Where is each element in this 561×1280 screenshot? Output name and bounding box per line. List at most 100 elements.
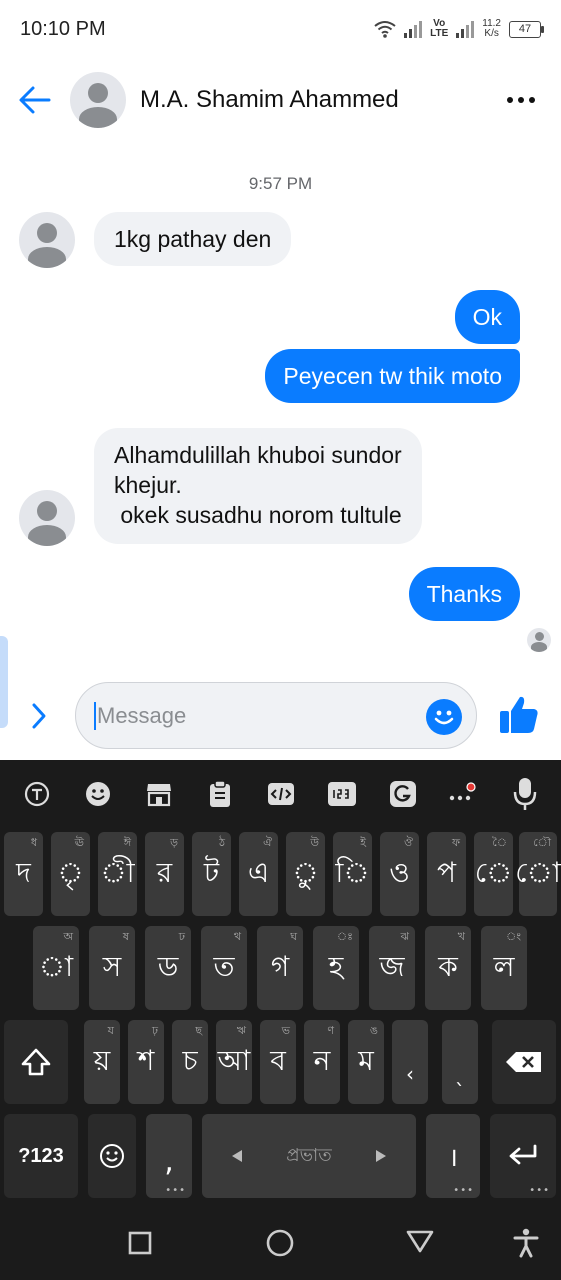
enter-key[interactable]: ••• xyxy=(490,1114,556,1198)
keyboard-more-button[interactable] xyxy=(447,777,481,811)
symbols-label: ?123 xyxy=(18,1144,64,1167)
key[interactable]: ‹ xyxy=(392,1020,428,1104)
battery-icon: 47 xyxy=(509,20,544,38)
symbols-key[interactable]: ?123 xyxy=(4,1114,78,1198)
keyboard-clipboard-button[interactable] xyxy=(203,777,237,811)
contact-avatar[interactable] xyxy=(70,72,126,128)
clipboard-icon xyxy=(209,780,230,807)
key[interactable]: ং ল xyxy=(481,926,527,1010)
danda-key[interactable]: । ••• xyxy=(426,1114,480,1198)
backspace-key[interactable] xyxy=(492,1020,556,1104)
contact-name[interactable]: M.A. Shamim Ahammed xyxy=(140,86,399,114)
comma-key[interactable]: , ••• xyxy=(146,1114,192,1198)
key[interactable]: য য় xyxy=(84,1020,120,1104)
text-edit-icon xyxy=(267,783,294,805)
key[interactable]: ৈে xyxy=(474,832,513,916)
space-label: প্রভাত xyxy=(286,1144,332,1166)
shift-key[interactable] xyxy=(4,1020,68,1104)
incoming-message[interactable]: Alhamdulillah khuboi sundor khejur. okek… xyxy=(94,428,422,544)
key[interactable]: ঋআ xyxy=(216,1020,252,1104)
key[interactable]: ঔও xyxy=(380,832,419,916)
message-input-container[interactable] xyxy=(75,682,477,749)
store-icon xyxy=(146,784,171,807)
recents-button[interactable] xyxy=(120,1223,160,1263)
outgoing-message[interactable]: Thanks xyxy=(408,567,520,621)
key[interactable]: ধদ xyxy=(4,832,43,916)
message-timestamp: 9:57 PM xyxy=(248,174,313,193)
emoji-icon xyxy=(85,782,110,806)
wifi-icon xyxy=(374,21,396,38)
home-button[interactable] xyxy=(260,1223,300,1263)
key[interactable]: ছচ xyxy=(172,1020,208,1104)
back-nav-button[interactable] xyxy=(400,1221,440,1261)
key[interactable]: ড় র xyxy=(145,832,184,916)
smiley-icon xyxy=(434,710,454,725)
outgoing-message[interactable]: Peyecen tw thik moto xyxy=(265,349,520,403)
circle-icon xyxy=(266,1229,294,1257)
key[interactable]: খক xyxy=(425,926,471,1010)
like-button[interactable] xyxy=(496,692,542,738)
key[interactable]: ষস xyxy=(89,926,135,1010)
incoming-message[interactable]: 1kg pathay den xyxy=(94,212,292,266)
key[interactable]: ইি xyxy=(333,832,372,916)
cursor-right-icon xyxy=(376,1150,386,1162)
network-speed: 11.2 K/s xyxy=(482,19,501,39)
keyboard-emoji-button[interactable] xyxy=(81,777,115,811)
triangle-down-icon xyxy=(406,1230,434,1253)
key[interactable]: ভব xyxy=(260,1020,296,1104)
keyboard-text-edit-button[interactable] xyxy=(264,777,298,811)
back-button[interactable] xyxy=(0,66,70,134)
key[interactable]: ˎ xyxy=(442,1020,478,1104)
key[interactable]: ৌো xyxy=(515,832,561,916)
speed-unit: K/s xyxy=(484,28,499,39)
keyboard: ধদ ঊৃ ঈী ড় র ঠট ঐএ উু ইি ঔও ফপ ৈে ৌো অা … xyxy=(0,760,561,1206)
space-key[interactable]: প্রভাত xyxy=(202,1114,416,1198)
key[interactable]: অা xyxy=(33,926,79,1010)
square-icon xyxy=(128,1231,152,1255)
accessibility-button[interactable] xyxy=(506,1223,546,1263)
sender-avatar[interactable] xyxy=(19,212,75,268)
key[interactable]: ঘগ xyxy=(257,926,303,1010)
key[interactable]: ঢড xyxy=(145,926,191,1010)
more-options-button[interactable] xyxy=(481,66,561,134)
seen-indicator-avatar xyxy=(527,628,551,652)
key[interactable]: থত xyxy=(201,926,247,1010)
keyboard-gif-button[interactable] xyxy=(386,777,420,811)
thumbs-up-icon xyxy=(500,696,538,733)
expand-actions-button[interactable] xyxy=(22,696,56,736)
keyboard-shop-button[interactable] xyxy=(142,777,176,811)
microphone-icon xyxy=(513,778,536,810)
keyboard-voice-button[interactable] xyxy=(508,777,542,811)
chat-header: M.A. Shamim Ahammed xyxy=(0,66,561,134)
key[interactable]: ঊৃ xyxy=(51,832,90,916)
key[interactable]: ণন xyxy=(304,1020,340,1104)
more-icon xyxy=(449,782,476,801)
status-time: 10:10 PM xyxy=(20,17,106,40)
keyboard-numpad-button[interactable] xyxy=(325,777,359,811)
numpad-icon xyxy=(327,782,356,806)
keyboard-translate-button[interactable] xyxy=(20,777,54,811)
smiley-outline-icon xyxy=(100,1144,124,1168)
key[interactable]: উু xyxy=(286,832,325,916)
key[interactable]: ঐএ xyxy=(239,832,278,916)
sender-avatar[interactable] xyxy=(19,490,75,546)
cursor-left-icon xyxy=(232,1150,242,1162)
battery-level: 47 xyxy=(518,23,532,35)
emoji-key[interactable] xyxy=(88,1114,136,1198)
key[interactable]: ফপ xyxy=(427,832,466,916)
outgoing-message[interactable]: Ok xyxy=(454,290,520,344)
signal-icon xyxy=(404,21,423,38)
key[interactable]: ঠট xyxy=(192,832,231,916)
signal-icon-2 xyxy=(456,21,475,38)
key[interactable]: ঃ হ xyxy=(313,926,359,1010)
text-caret xyxy=(94,701,96,730)
key[interactable]: ঢ় শ xyxy=(128,1020,164,1104)
more-options-icon xyxy=(507,97,535,103)
key[interactable]: ঝজ xyxy=(369,926,415,1010)
key[interactable]: ঙম xyxy=(348,1020,384,1104)
emoji-button[interactable] xyxy=(426,699,462,735)
enter-icon xyxy=(509,1144,537,1165)
key[interactable]: ঈী xyxy=(98,832,137,916)
message-input[interactable] xyxy=(97,702,397,729)
edge-panel-handle[interactable] xyxy=(0,636,8,728)
